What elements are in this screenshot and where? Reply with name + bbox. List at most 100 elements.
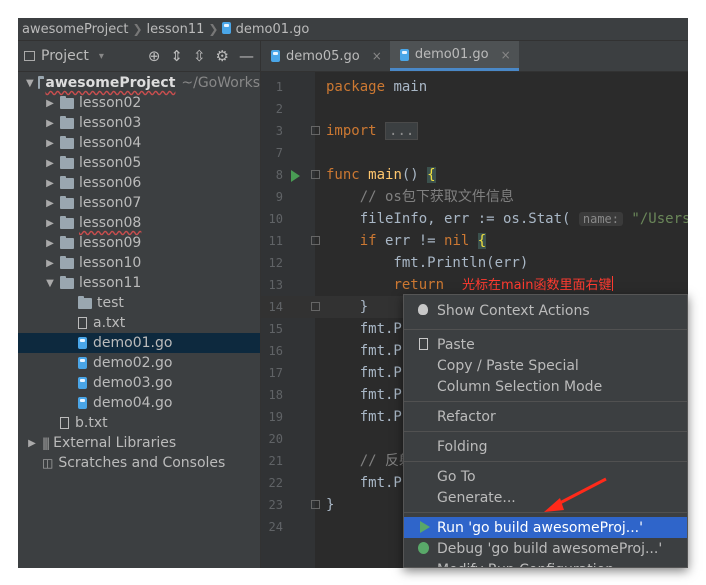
run-icon (420, 521, 430, 533)
folder-icon (60, 135, 74, 149)
chevron-down-icon[interactable]: ▼ (26, 78, 34, 89)
menu-item[interactable]: Refactor (404, 406, 687, 427)
gear-icon[interactable]: ⚙ (216, 47, 229, 65)
tree-item[interactable]: demo04.go (18, 393, 260, 413)
chevron-right-icon[interactable]: ▶ (44, 238, 56, 249)
menu-item[interactable]: Paste (404, 334, 687, 355)
library-icon: ||| (42, 436, 50, 450)
code-line[interactable]: 3 import ... (261, 120, 688, 142)
code-line[interactable]: 12 fmt.Println(err) (261, 252, 688, 274)
chevron-right-icon[interactable]: ▶ (44, 98, 56, 109)
tree-item-label: lesson08 (79, 215, 142, 231)
tree-item-label: lesson07 (79, 195, 142, 211)
tree-item[interactable]: ▶ ||| External Libraries (18, 433, 260, 453)
menu-item[interactable]: Copy / Paste Special (404, 355, 687, 376)
tree-item-label: lesson10 (79, 255, 142, 271)
menu-item[interactable]: Folding (404, 436, 687, 457)
fold-icon[interactable] (311, 236, 320, 245)
menu-item[interactable]: Column Selection Mode (404, 376, 687, 397)
chevron-right-icon[interactable]: ▶ (44, 218, 56, 229)
chevron-right-icon[interactable]: ▶ (44, 138, 56, 149)
editor-tab[interactable]: demo05.go × (261, 41, 390, 71)
tree-item[interactable]: ▼ lesson11 (18, 273, 260, 293)
go-file-icon (271, 50, 280, 62)
tree-item[interactable]: demo03.go (18, 373, 260, 393)
tree-item[interactable]: demo01.go (18, 333, 260, 353)
line-number: 13 (268, 278, 283, 292)
tree-item[interactable]: ▶ lesson09 (18, 233, 260, 253)
tree-item[interactable]: ▶ lesson02 (18, 93, 260, 113)
tree-item-label: demo04.go (93, 395, 173, 411)
chevron-right-icon[interactable]: ▶ (44, 158, 56, 169)
tree-item[interactable]: ▶ lesson04 (18, 133, 260, 153)
breadcrumb-project[interactable]: awesomeProject (18, 22, 132, 37)
code-text: if err != nil { (326, 230, 487, 252)
tree-item[interactable]: ▶ lesson07 (18, 193, 260, 213)
code-line[interactable]: 11 if err != nil { (261, 230, 688, 252)
menu-item-label: Run 'go build awesomeProj...' (437, 519, 643, 536)
hide-panel-icon[interactable]: — (239, 47, 254, 65)
folder-icon (60, 95, 74, 109)
code-line[interactable]: 7 (261, 142, 688, 164)
editor-tab[interactable]: demo01.go × (389, 41, 519, 71)
close-icon[interactable]: × (372, 49, 382, 63)
code-line[interactable]: 9 // os包下获取文件信息 (261, 186, 688, 208)
code-text: fmt.Pr (326, 406, 411, 428)
tree-item-label: a.txt (93, 315, 126, 331)
tree-item[interactable]: demo02.go (18, 353, 260, 373)
code-text: fileInfo, err := os.Stat( name: "/Users/… (326, 208, 688, 230)
tree-item[interactable]: ▶ lesson08 (18, 213, 260, 233)
tree-item[interactable]: ◫ Scratches and Consoles (18, 453, 260, 473)
locate-file-icon[interactable]: ⊕ (148, 47, 161, 65)
chevron-right-icon[interactable]: ▶ (44, 198, 56, 209)
code-line[interactable]: 2 (261, 98, 688, 120)
fold-icon[interactable] (311, 126, 320, 135)
tree-item[interactable]: test (18, 293, 260, 313)
code-text: func main() { (326, 164, 436, 186)
breadcrumb: awesomeProject ❯ lesson11 ❯ demo01.go (18, 18, 688, 41)
chevron-right-icon[interactable]: ▶ (44, 258, 56, 269)
folder-icon (60, 155, 74, 169)
code-line[interactable]: 8 func main() { (261, 164, 688, 186)
editor-tab-label: demo05.go (286, 48, 360, 64)
chevron-right-icon[interactable]: ▶ (44, 118, 56, 129)
tree-item[interactable]: ▶ lesson05 (18, 153, 260, 173)
bulb-icon (418, 304, 428, 315)
chevron-right-icon[interactable]: ▶ (44, 178, 56, 189)
line-number: 9 (275, 190, 283, 204)
expand-all-icon[interactable]: ⇕ (170, 47, 183, 65)
close-icon[interactable]: × (501, 48, 511, 62)
breadcrumb-file[interactable]: demo01.go (218, 21, 313, 37)
breadcrumb-folder[interactable]: lesson11 (143, 22, 209, 37)
menu-separator (404, 329, 687, 330)
tree-item[interactable]: ▶ lesson03 (18, 113, 260, 133)
tree-item[interactable]: ▶ lesson10 (18, 253, 260, 273)
project-view-icon (24, 51, 35, 61)
project-view-selector[interactable]: Project ▾ (24, 48, 104, 64)
code-line[interactable]: 13 return 光标在main函数里面右键 (261, 274, 688, 296)
menu-item[interactable]: Debug 'go build awesomeProj...' (404, 538, 687, 559)
tree-item[interactable]: b.txt (18, 413, 260, 433)
text-file-icon (60, 417, 69, 429)
menu-item[interactable]: Modify Run Configuration... (404, 559, 687, 568)
menu-item[interactable]: Run 'go build awesomeProj...' (404, 517, 687, 538)
chevron-right-icon[interactable]: ▶ (26, 438, 38, 449)
editor-tab-label: demo01.go (414, 47, 489, 62)
chevron-down-icon[interactable]: ▼ (44, 278, 56, 289)
menu-item[interactable]: Show Context Actions (404, 297, 687, 325)
fold-icon[interactable] (311, 500, 320, 509)
tree-item[interactable]: ▶ lesson06 (18, 173, 260, 193)
code-line[interactable]: 10 fileInfo, err := os.Stat( name: "/Use… (261, 208, 688, 230)
fold-icon[interactable] (311, 170, 320, 179)
tree-item[interactable]: a.txt (18, 313, 260, 333)
code-segment: fileInfo, err := os.Stat( (326, 211, 571, 227)
menu-item-label: Go To (437, 468, 476, 485)
fold-icon[interactable] (311, 302, 320, 311)
tree-item[interactable]: ▼ awesomeProject ~/GoWorks (18, 73, 260, 93)
tree-item-label: lesson11 (79, 275, 142, 291)
context-menu: Show Context Actions Paste Copy / Paste Sp… (403, 294, 688, 568)
code-line[interactable]: 1 package main (261, 76, 688, 98)
menu-item-label: Show Context Actions (437, 303, 590, 319)
run-gutter-icon[interactable] (291, 170, 300, 182)
collapse-all-icon[interactable]: ⇳ (193, 47, 206, 65)
